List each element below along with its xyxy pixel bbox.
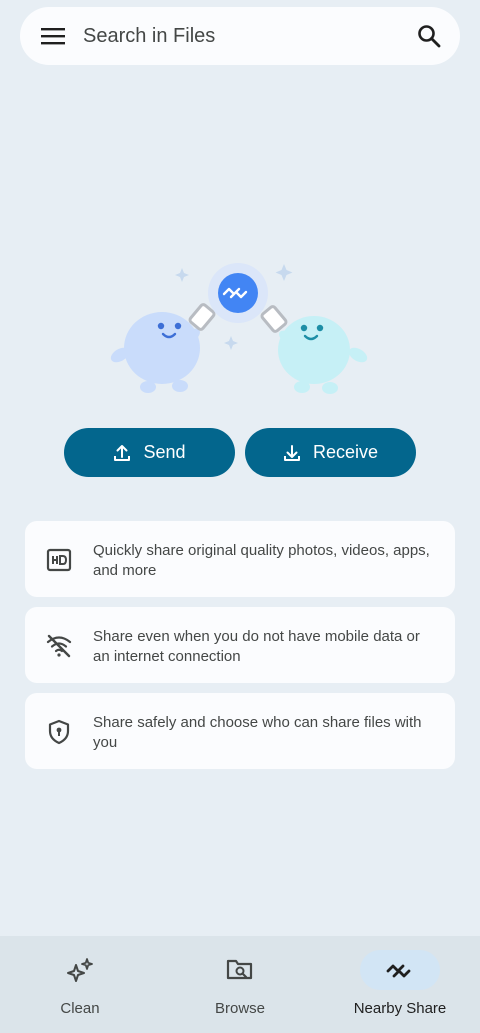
feature-text: Share even when you do not have mobile d…	[93, 628, 420, 665]
search-icon[interactable]	[416, 23, 442, 49]
shield-lock-icon	[46, 719, 72, 745]
nav-label: Browse	[214, 1000, 266, 1017]
nav-item-nearby-share[interactable]: Nearby Share	[320, 936, 480, 1033]
upload-icon	[114, 444, 131, 461]
search-bar[interactable]: Search in Files	[20, 7, 460, 65]
nav-item-browse[interactable]: Browse	[160, 936, 320, 1033]
send-button[interactable]: Send	[64, 428, 235, 477]
receive-button[interactable]: Receive	[245, 428, 416, 477]
sparkle-icon	[67, 958, 93, 982]
feature-card-safety: Share safely and choose who can share fi…	[25, 693, 455, 769]
nearby-share-icon	[386, 964, 411, 978]
feature-card-quality: Quickly share original quality photos, v…	[25, 521, 455, 597]
feature-text: Share safely and choose who can share fi…	[93, 714, 422, 751]
folder-search-icon	[226, 959, 253, 980]
feature-card-offline: Share even when you do not have mobile d…	[25, 607, 455, 683]
receive-label: Receive	[312, 442, 379, 462]
nav-item-clean[interactable]: Clean	[0, 936, 160, 1033]
wifi-off-icon	[46, 633, 72, 659]
nearby-share-illustration	[100, 250, 380, 410]
search-placeholder[interactable]: Search in Files	[83, 24, 215, 48]
menu-icon[interactable]	[40, 24, 66, 48]
feature-text: Quickly share original quality photos, v…	[93, 542, 430, 579]
nav-label: Clean	[60, 1000, 100, 1017]
bottom-navigation: Clean Browse Nearby Share	[0, 936, 480, 1033]
nav-label: Nearby Share	[353, 1000, 447, 1017]
send-label: Send	[143, 442, 186, 462]
hd-icon	[46, 547, 72, 573]
download-icon	[283, 444, 300, 461]
